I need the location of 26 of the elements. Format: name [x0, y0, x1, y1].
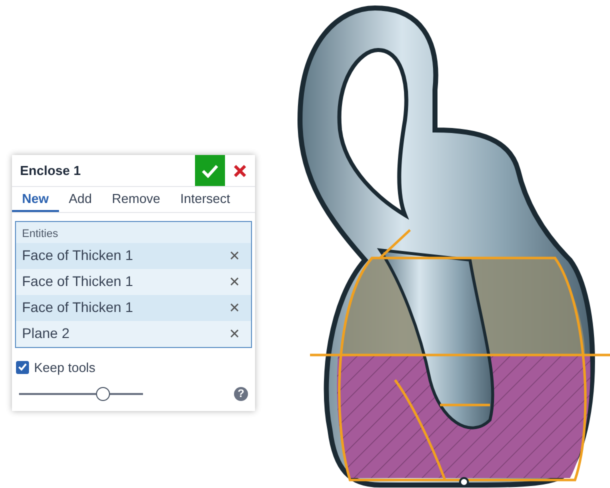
- help-icon[interactable]: ?: [234, 387, 248, 401]
- entity-row[interactable]: Face of Thicken 1: [16, 294, 251, 320]
- mode-tab[interactable]: New: [12, 187, 59, 212]
- entity-name: Face of Thicken 1: [22, 298, 134, 317]
- mode-tab[interactable]: Add: [58, 187, 102, 212]
- keep-tools-label: Keep tools: [34, 358, 96, 377]
- entities-label: Entities: [21, 227, 60, 242]
- check-icon: [201, 164, 219, 178]
- dialog-title: Enclose 1: [19, 162, 82, 180]
- entity-row[interactable]: Plane 2: [16, 320, 251, 346]
- entity-name: Plane 2: [22, 324, 70, 343]
- entity-name: Face of Thicken 1: [22, 272, 134, 291]
- remove-icon[interactable]: [230, 329, 239, 338]
- slider[interactable]: [19, 387, 143, 401]
- entity-row[interactable]: Face of Thicken 1: [16, 268, 251, 294]
- close-icon: [234, 164, 246, 176]
- slider-thumb[interactable]: [96, 387, 110, 401]
- entity-name: Face of Thicken 1: [22, 246, 134, 265]
- keep-tools-checkbox[interactable]: [16, 360, 29, 374]
- remove-icon[interactable]: [230, 303, 239, 312]
- remove-icon[interactable]: [230, 251, 239, 260]
- entity-row[interactable]: Face of Thicken 1: [16, 242, 251, 268]
- mode-tab[interactable]: Intersect: [170, 187, 240, 212]
- remove-icon[interactable]: [230, 277, 239, 286]
- mode-tab[interactable]: Remove: [102, 187, 170, 212]
- confirm-button[interactable]: [195, 155, 225, 186]
